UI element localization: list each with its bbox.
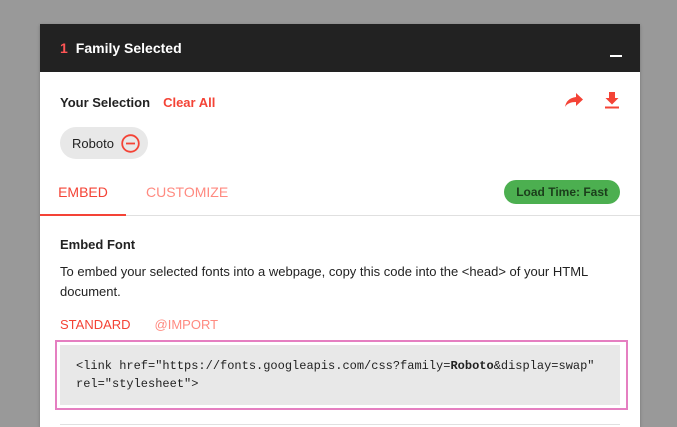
tab-import[interactable]: @IMPORT <box>155 317 219 332</box>
code-line-1-end: &display=swap" <box>493 359 595 373</box>
selection-header-bar: 1 Family Selected <box>40 24 640 72</box>
code-line-1: <link href="https://fonts.googleapis.com… <box>76 357 604 375</box>
font-chip-roboto: Roboto <box>60 127 148 159</box>
your-selection-label: Your Selection <box>60 94 151 110</box>
code-line-2: rel="stylesheet"> <box>76 377 199 391</box>
embed-description: To embed your selected fonts into a webp… <box>60 264 588 299</box>
tab-embed[interactable]: EMBED <box>40 174 126 216</box>
family-count: 1 <box>60 40 68 56</box>
embed-method-tabs: STANDARD @IMPORT <box>60 317 218 332</box>
chip-label: Roboto <box>72 135 114 151</box>
minimize-icon[interactable] <box>610 55 622 57</box>
tab-standard[interactable]: STANDARD <box>60 317 131 332</box>
selection-row: Your Selection Clear All <box>60 91 620 114</box>
embed-customize-tabs: EMBED CUSTOMIZE Load Time: Fast <box>40 174 640 216</box>
selection-actions <box>564 91 620 114</box>
embed-font-heading: Embed Font <box>60 237 136 252</box>
load-time-badge: Load Time: Fast <box>504 180 620 204</box>
download-icon[interactable] <box>604 91 620 114</box>
embed-code-block[interactable]: <link href="https://fonts.googleapis.com… <box>60 345 620 405</box>
share-icon[interactable] <box>564 92 584 113</box>
code-font-family: Roboto <box>450 359 494 373</box>
code-line-1-start: <link href="https://fonts.googleapis.com… <box>76 359 451 373</box>
tab-customize[interactable]: CUSTOMIZE <box>146 174 228 216</box>
remove-circle-icon[interactable] <box>121 133 140 153</box>
clear-all-button[interactable]: Clear All <box>163 95 215 110</box>
font-selection-panel: 1 Family Selected Your Selection Clear A… <box>40 24 640 427</box>
header-title: Family Selected <box>75 40 182 56</box>
